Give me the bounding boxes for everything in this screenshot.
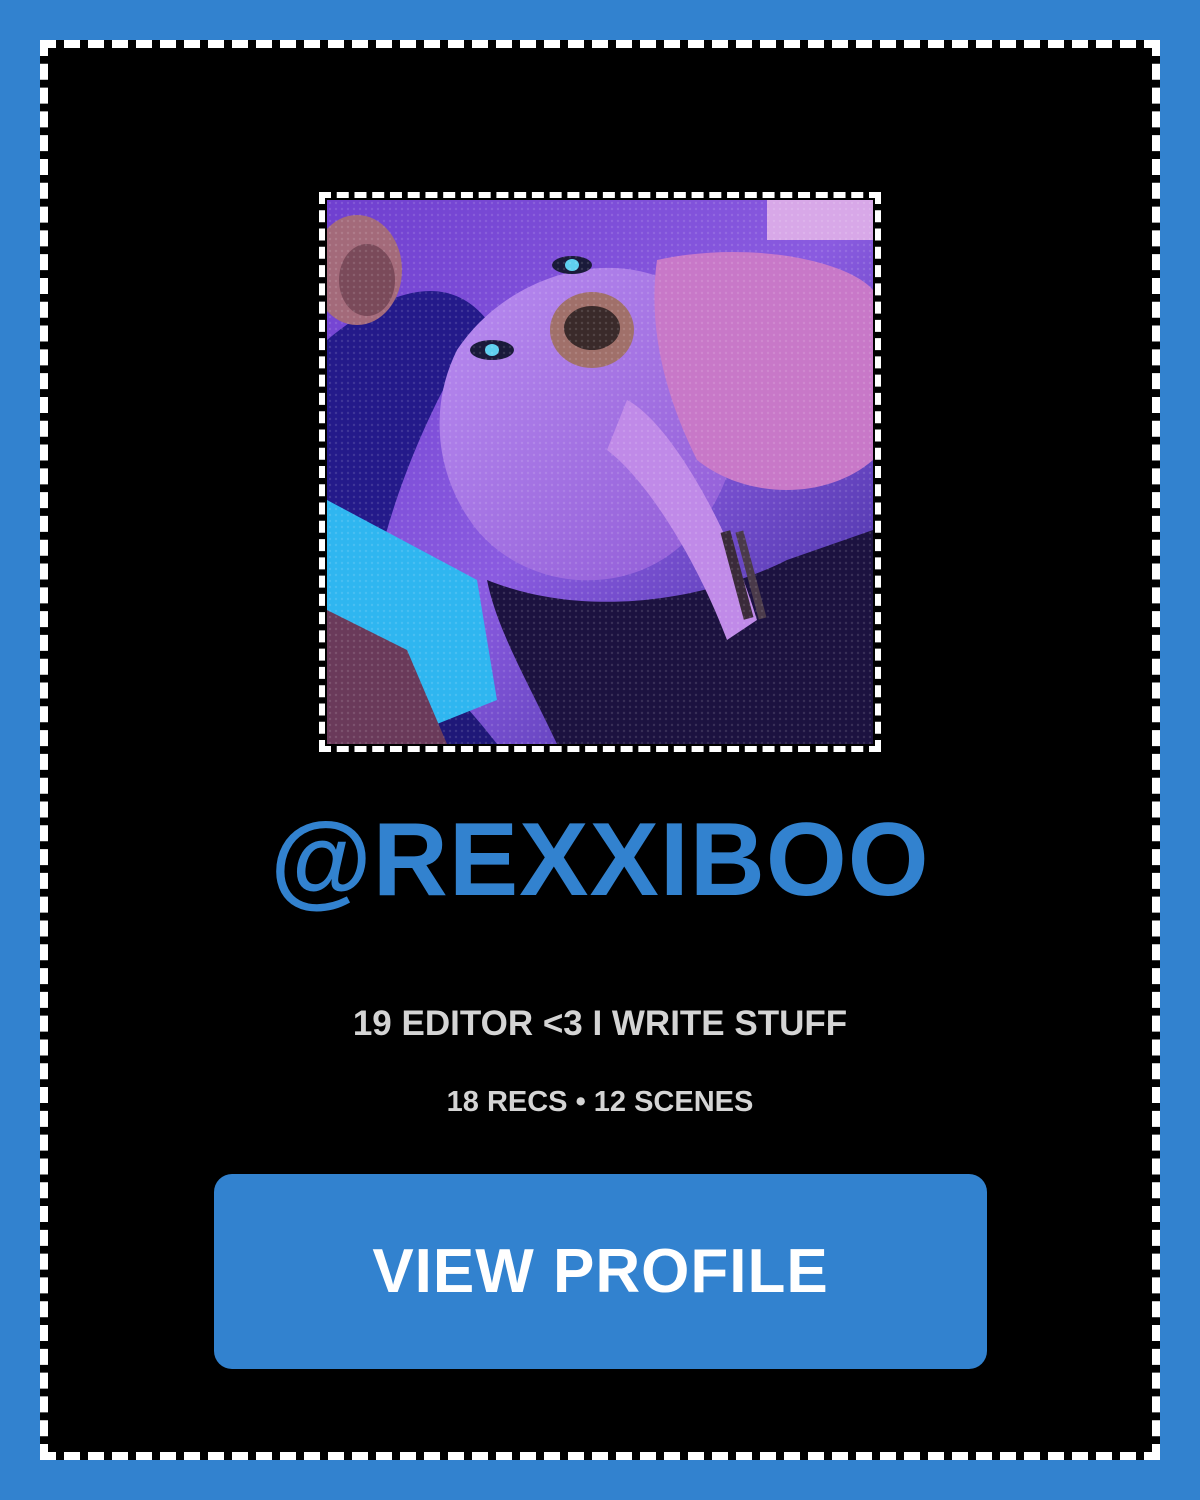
avatar-frame [319,192,881,752]
username: @REXXIBOO [270,802,930,918]
profile-bio: 19 EDITOR <3 I WRITE STUFF [352,1004,848,1043]
avatar-image [327,200,873,744]
profile-stats: 18 RECS • 12 SCENES [446,1086,754,1118]
view-profile-button[interactable]: VIEW PROFILE [214,1174,987,1369]
avatar[interactable] [327,200,873,744]
